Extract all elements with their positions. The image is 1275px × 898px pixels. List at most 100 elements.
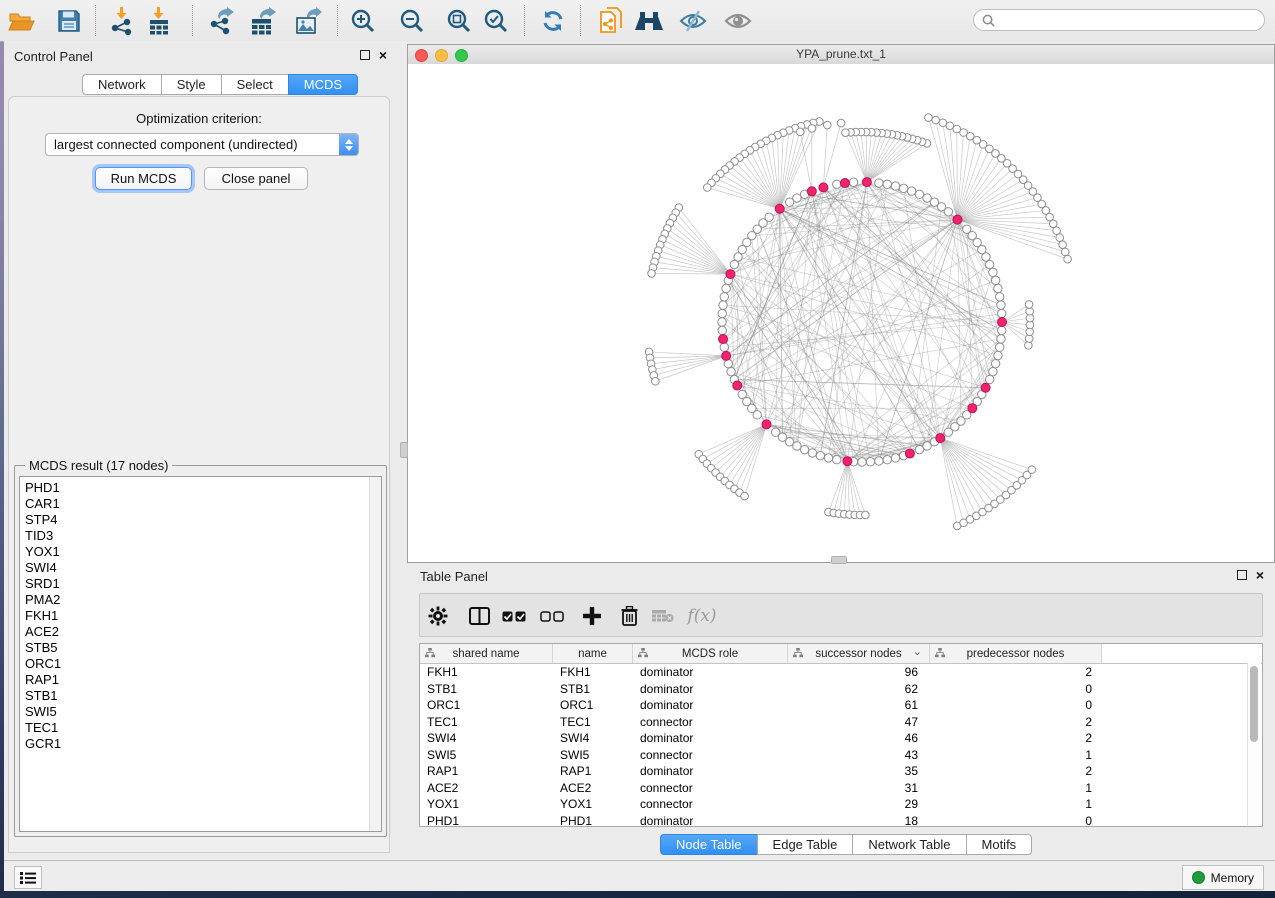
table-row[interactable]: ACE2 ACE2 connector 31 1 bbox=[420, 780, 1262, 797]
clone-network-button[interactable] bbox=[597, 6, 627, 36]
select-all-button[interactable] bbox=[499, 601, 529, 631]
column-header[interactable]: predecessor nodes ⌄ bbox=[930, 644, 1102, 663]
control-panel-tab[interactable]: Network bbox=[82, 74, 162, 95]
table-tab[interactable]: Edge Table bbox=[757, 834, 854, 855]
mcds-result-node[interactable]: SRD1 bbox=[20, 576, 381, 592]
table-row[interactable]: PHD1 PHD1 dominator 18 0 bbox=[420, 813, 1262, 830]
control-panel-tab[interactable]: MCDS bbox=[288, 74, 358, 95]
cell-predecessor-nodes: 2 bbox=[930, 764, 1102, 778]
export-network-button[interactable] bbox=[207, 6, 237, 36]
cell-predecessor-nodes: 1 bbox=[930, 748, 1102, 762]
table-panel: Table Panel × bbox=[407, 565, 1275, 860]
zoom-fit-icon bbox=[446, 8, 472, 34]
table-panel-title: Table Panel bbox=[420, 569, 488, 584]
table-tab[interactable]: Node Table bbox=[660, 834, 758, 855]
deselect-all-button[interactable] bbox=[537, 601, 567, 631]
column-settings-button[interactable] bbox=[423, 601, 453, 631]
export-table-button[interactable] bbox=[248, 6, 278, 36]
first-neighbors-button[interactable] bbox=[634, 6, 664, 36]
control-panel-tab[interactable]: Style bbox=[161, 74, 222, 95]
export-image-button[interactable] bbox=[293, 6, 323, 36]
cell-mcds-role: dominator bbox=[633, 665, 788, 679]
column-header[interactable]: name ⌄ bbox=[553, 644, 633, 663]
run-mcds-button[interactable]: Run MCDS bbox=[95, 167, 192, 190]
table-scrollbar[interactable] bbox=[1247, 663, 1261, 825]
close-panel-icon[interactable]: × bbox=[1256, 570, 1264, 580]
table-tab[interactable]: Network Table bbox=[852, 834, 966, 855]
cell-mcds-role: dominator bbox=[633, 814, 788, 828]
zoom-fit-button[interactable] bbox=[444, 6, 474, 36]
refresh-button[interactable] bbox=[538, 6, 568, 36]
column-header-label: shared name bbox=[452, 648, 519, 660]
cell-mcds-role: connector bbox=[633, 715, 788, 729]
function-builder-button[interactable]: f(x) bbox=[684, 601, 720, 631]
network-window-titlebar[interactable]: YPA_prune.txt_1 bbox=[408, 45, 1274, 65]
column-header[interactable]: MCDS role ⌄ bbox=[633, 644, 788, 663]
network-graph[interactable] bbox=[408, 64, 1274, 562]
vertical-splitter-handle[interactable] bbox=[400, 442, 408, 458]
search-input[interactable] bbox=[1000, 12, 1264, 28]
open-file-button[interactable] bbox=[7, 6, 37, 36]
import-network-button[interactable] bbox=[107, 6, 137, 36]
optimization-criterion-label: Optimization criterion: bbox=[9, 111, 389, 126]
mcds-result-node[interactable]: STP4 bbox=[20, 512, 381, 528]
criterion-dropdown[interactable]: largest connected component (undirected) bbox=[45, 133, 359, 156]
export-network-icon bbox=[208, 7, 236, 35]
task-history-button[interactable] bbox=[14, 866, 42, 889]
eye-button[interactable] bbox=[723, 6, 753, 36]
cell-successor-nodes: 46 bbox=[788, 731, 930, 745]
sort-chevron-icon[interactable]: ⌄ bbox=[913, 645, 922, 658]
control-panel-tab[interactable]: Select bbox=[221, 74, 289, 95]
mcds-result-list[interactable]: PHD1 CAR1 STP4 TID3 YOX1 SWI4 SRD1 PMA2 bbox=[19, 476, 382, 832]
delete-table-button[interactable] bbox=[648, 601, 678, 631]
table-scrollbar-thumb[interactable] bbox=[1250, 666, 1258, 742]
table-row[interactable]: SWI4 SWI4 dominator 46 2 bbox=[420, 730, 1262, 747]
mcds-result-node[interactable]: GCR1 bbox=[20, 736, 381, 752]
close-panel-button[interactable]: Close panel bbox=[204, 167, 308, 190]
network-canvas[interactable] bbox=[408, 64, 1274, 562]
table-tab[interactable]: Motifs bbox=[966, 834, 1033, 855]
close-panel-icon[interactable]: × bbox=[379, 50, 387, 60]
zoom-in-button[interactable] bbox=[348, 6, 378, 36]
float-panel-icon[interactable] bbox=[360, 50, 370, 60]
horizontal-splitter-handle[interactable] bbox=[831, 556, 847, 564]
list-scrollbar[interactable] bbox=[369, 477, 381, 831]
table-row[interactable]: STB1 STB1 dominator 62 0 bbox=[420, 681, 1262, 698]
zoom-out-button[interactable] bbox=[397, 6, 427, 36]
mcds-result-groupbox: MCDS result (17 nodes) PHD1 CAR1 STP4 TI… bbox=[14, 465, 387, 837]
mcds-result-node[interactable]: PHD1 bbox=[20, 480, 381, 496]
control-panel-title: Control Panel bbox=[14, 49, 93, 64]
memory-button[interactable]: Memory bbox=[1182, 865, 1264, 890]
show-columns-button[interactable] bbox=[464, 601, 494, 631]
mcds-result-node[interactable]: PMA2 bbox=[20, 592, 381, 608]
import-table-button[interactable] bbox=[144, 6, 174, 36]
delete-column-button[interactable] bbox=[614, 601, 644, 631]
float-panel-icon[interactable] bbox=[1237, 570, 1247, 580]
mcds-result-node[interactable]: FKH1 bbox=[20, 608, 381, 624]
table-row[interactable]: SWI5 SWI5 connector 43 1 bbox=[420, 747, 1262, 764]
cell-successor-nodes: 18 bbox=[788, 814, 930, 828]
mcds-result-node[interactable]: STB5 bbox=[20, 640, 381, 656]
column-header[interactable]: shared name ⌄ bbox=[420, 644, 553, 663]
table-row[interactable]: YOX1 YOX1 connector 29 1 bbox=[420, 796, 1262, 813]
mcds-result-node[interactable]: TEC1 bbox=[20, 720, 381, 736]
mcds-result-node[interactable]: ACE2 bbox=[20, 624, 381, 640]
mcds-result-node[interactable]: ORC1 bbox=[20, 656, 381, 672]
table-row[interactable]: ORC1 ORC1 dominator 61 0 bbox=[420, 697, 1262, 714]
table-row[interactable]: RAP1 RAP1 dominator 35 2 bbox=[420, 763, 1262, 780]
table-row[interactable]: FKH1 FKH1 dominator 96 2 bbox=[420, 664, 1262, 681]
show-hide-graphics-button[interactable] bbox=[678, 6, 708, 36]
save-session-button[interactable] bbox=[54, 6, 84, 36]
table-row[interactable]: TEC1 TEC1 connector 47 2 bbox=[420, 714, 1262, 731]
add-column-button[interactable] bbox=[577, 601, 607, 631]
mcds-result-node[interactable]: CAR1 bbox=[20, 496, 381, 512]
zoom-selected-button[interactable] bbox=[481, 6, 511, 36]
mcds-result-node[interactable]: SWI5 bbox=[20, 704, 381, 720]
column-header[interactable]: successor nodes ⌄ bbox=[788, 644, 930, 663]
mcds-result-node[interactable]: YOX1 bbox=[20, 544, 381, 560]
mcds-result-node[interactable]: SWI4 bbox=[20, 560, 381, 576]
cell-name: FKH1 bbox=[553, 665, 633, 679]
mcds-result-node[interactable]: RAP1 bbox=[20, 672, 381, 688]
mcds-result-node[interactable]: TID3 bbox=[20, 528, 381, 544]
mcds-result-node[interactable]: STB1 bbox=[20, 688, 381, 704]
